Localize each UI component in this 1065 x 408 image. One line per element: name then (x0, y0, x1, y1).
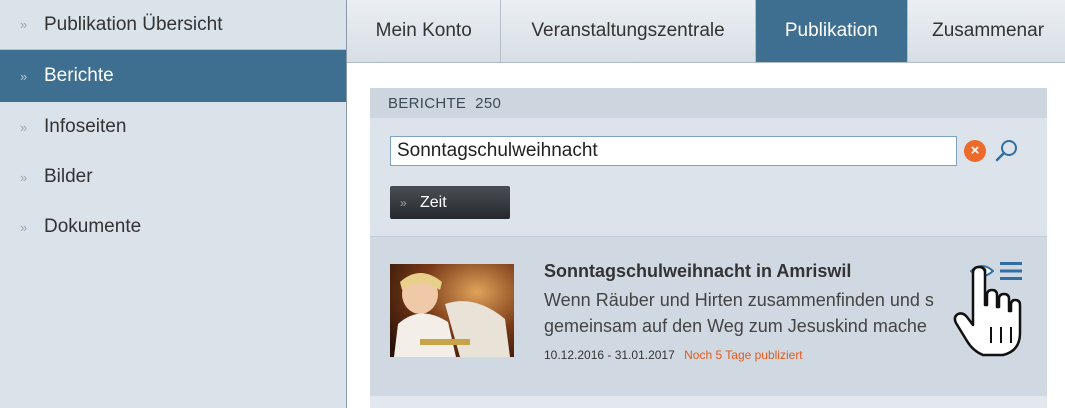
top-tabs: Mein Konto Veranstaltungszentrale Publik… (347, 0, 1065, 63)
tab-publikation[interactable]: Publikation (755, 0, 909, 62)
clear-icon[interactable]: × (964, 140, 986, 162)
tab-label: Publikation (784, 20, 878, 41)
zeit-label: Zeit (420, 193, 447, 211)
zeit-filter-button[interactable]: » Zeit (390, 186, 510, 219)
chevron-icon: » (20, 219, 27, 235)
sidebar-item-overview[interactable]: » Publikation Übersicht (0, 0, 346, 50)
chevron-icon: » (20, 68, 27, 84)
sidebar-item-label: Berichte (44, 65, 114, 86)
hand-cursor-icon (953, 265, 1022, 357)
sidebar-item-label: Publikation Übersicht (44, 13, 223, 35)
tab-label: Mein Konto (375, 20, 472, 41)
tab-mein-konto[interactable]: Mein Konto (347, 0, 502, 62)
tab-label: Veranstaltungszentrale (531, 20, 725, 41)
sidebar-item-infoseiten[interactable]: » Infoseiten (0, 102, 346, 152)
chevron-icon: » (20, 17, 27, 32)
description-line: gemeinsam auf den Weg zum Jesuskind mach… (544, 316, 927, 336)
report-thumbnail (390, 264, 514, 357)
search-row: × (390, 136, 1030, 166)
sidebar-item-label: Infoseiten (44, 116, 127, 137)
tab-veranstaltungszentrale[interactable]: Veranstaltungszentrale (501, 0, 756, 62)
search-icon[interactable] (994, 138, 1020, 164)
chevron-icon: » (20, 169, 27, 185)
chevron-icon: » (20, 119, 27, 135)
sidebar-item-bilder[interactable]: » Bilder (0, 152, 346, 202)
sidebar-item-berichte[interactable]: » Berichte (0, 50, 346, 102)
tab-zusammenarbeit[interactable]: Zusammenar (908, 0, 1065, 62)
chevron-icon: » (400, 195, 407, 210)
sidebar: » Publikation Übersicht » Berichte » Inf… (0, 0, 347, 408)
list-item[interactable]: Sonntagschulweihnacht in Amriswil Wenn R… (370, 236, 1047, 397)
report-title[interactable]: Sonntagschulweihnacht in Amriswil (544, 261, 851, 282)
sidebar-item-label: Bilder (44, 166, 93, 187)
sidebar-item-dokumente[interactable]: » Dokumente (0, 202, 346, 252)
list-divider (370, 396, 1047, 408)
report-description: Wenn Räuber und Hirten zusammenfinden un… (544, 287, 984, 339)
search-input[interactable] (390, 136, 957, 166)
sidebar-item-label: Dokumente (44, 216, 142, 237)
description-line: Wenn Räuber und Hirten zusammenfinden un… (544, 290, 934, 310)
publish-status: Noch 5 Tage publiziert (684, 348, 803, 362)
tab-label: Zusammenar (932, 20, 1045, 41)
berichte-panel: BERICHTE 250 × » Zeit (370, 88, 1047, 408)
report-meta: 10.12.2016 - 31.01.2017 Noch 5 Tage publ… (544, 348, 803, 362)
report-dates: 10.12.2016 - 31.01.2017 (544, 348, 675, 362)
panel-heading: BERICHTE 250 (370, 88, 1047, 118)
